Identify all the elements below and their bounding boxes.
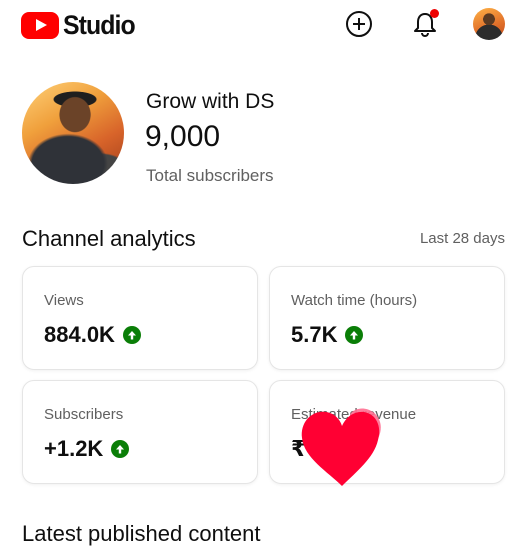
watch-time-card[interactable]: Watch time (hours) 5.7K (269, 266, 505, 370)
create-icon[interactable] (344, 9, 374, 39)
subscriber-count: 9,000 (145, 120, 221, 153)
views-card[interactable]: Views 884.0K (22, 266, 258, 370)
card-value: 884.0K (44, 322, 115, 347)
card-value: 5.7K (291, 322, 338, 347)
logo-text: Studio (63, 10, 136, 40)
heart-icon (298, 400, 388, 490)
bell-icon[interactable] (410, 9, 440, 39)
youtube-studio-logo[interactable]: Studio (21, 10, 141, 41)
date-range[interactable]: Last 28 days (420, 230, 505, 247)
latest-content-title: Latest published content (22, 521, 261, 546)
arrow-up-icon (111, 440, 130, 458)
card-value: +1.2K (44, 436, 104, 461)
arrow-up-icon (122, 326, 141, 344)
channel-name: Grow with DS (146, 90, 275, 113)
card-label: Views (44, 292, 84, 309)
card-label: Subscribers (44, 406, 124, 423)
channel-avatar[interactable] (22, 82, 124, 184)
notification-dot (430, 9, 439, 18)
subscriber-label: Total subscribers (146, 166, 274, 185)
arrow-up-icon (345, 326, 364, 344)
subscribers-card[interactable]: Subscribers +1.2K (22, 380, 258, 484)
youtube-play-icon (21, 12, 59, 39)
card-label: Watch time (hours) (291, 292, 418, 309)
account-avatar[interactable] (473, 8, 505, 40)
top-bar: Studio (0, 0, 527, 48)
channel-analytics-title: Channel analytics (22, 226, 196, 251)
